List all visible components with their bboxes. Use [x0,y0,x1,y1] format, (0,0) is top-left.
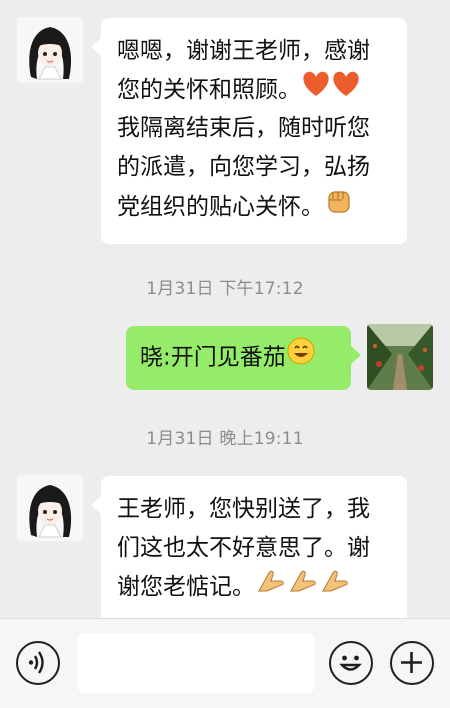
message-bubble[interactable]: 王老师，您快别送了，我 们这也太不好意思了。谢 谢您老惦记。 [91,476,407,618]
message-text-line: 们这也太不好意思了。谢 [117,534,370,561]
folded-hands-icon [255,567,287,608]
plus-icon [392,643,431,682]
message-bubble[interactable]: 晓:开门见番茄 [126,326,361,390]
message-text: 晓:开门见番茄 [140,344,286,371]
plus-button[interactable] [390,641,434,685]
input-bar [0,618,450,708]
avatar[interactable] [17,17,83,83]
emoji-button[interactable] [329,641,373,685]
heart-icon [301,71,331,110]
chat-area[interactable]: 嗯嗯，谢谢王老师，感谢 您的关怀和照顾。 我隔离结束后，随时听您 的派遣，向您学… [0,0,450,618]
message-bubble[interactable]: 嗯嗯，谢谢王老师，感谢 您的关怀和照顾。 我隔离结束后，随时听您 的派遣，向您学… [91,18,407,244]
timestamp: 1月31日 下午17:12 [146,279,304,299]
message-text-line: 我隔离结束后，随时听您 [117,115,370,142]
voice-button[interactable] [16,641,60,685]
folded-hands-icon [287,567,319,608]
folded-hands-icon [319,567,351,608]
heart-icon [331,71,361,110]
fist-icon [324,186,354,229]
message-text-line: 的派遣，向您学习，弘扬 [117,153,370,180]
message-input[interactable] [78,633,314,693]
message-text-line: 您的关怀和照顾。 [117,71,393,110]
emoji-icon [331,643,370,682]
message-text-line: 党组织的贴心关怀。 [117,186,393,229]
message-text-line: 谢您老惦记。 [117,567,393,608]
message-text-line: 王老师，您快别送了，我 [117,496,370,522]
tomato-greenhouse-photo[interactable] [367,324,433,390]
message-text-line: 嗯嗯，谢谢王老师，感谢 [117,38,370,64]
voice-icon [18,643,57,682]
timestamp: 1月31日 晚上19:11 [146,429,304,449]
avatar[interactable] [17,475,83,541]
smile-icon [286,336,316,380]
